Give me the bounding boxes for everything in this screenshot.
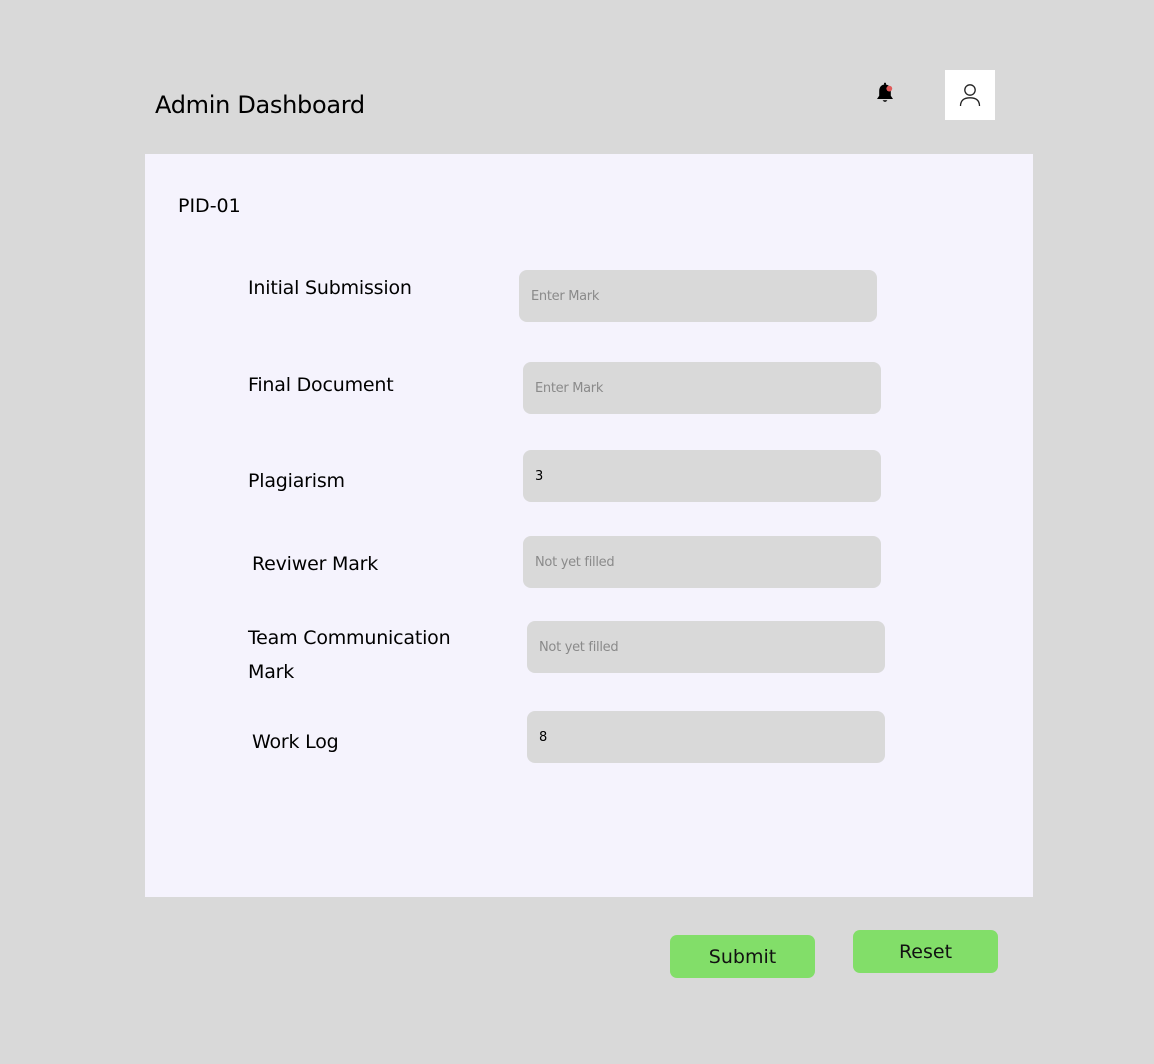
notification-dot — [886, 85, 893, 92]
reset-button[interactable]: Reset — [853, 930, 998, 973]
reviewer-mark-input[interactable] — [523, 536, 881, 588]
project-id: PID-01 — [178, 195, 241, 217]
final-document-input[interactable] — [523, 362, 881, 414]
marks-panel — [145, 154, 1033, 897]
initial-submission-input[interactable] — [519, 270, 877, 322]
final-document-label: Final Document — [248, 374, 394, 396]
initial-submission-label: Initial Submission — [248, 277, 412, 299]
notification-button[interactable] — [871, 80, 899, 108]
work-log-input[interactable] — [527, 711, 885, 763]
bell-icon — [877, 82, 893, 102]
profile-button[interactable] — [945, 70, 995, 120]
plagiarism-label: Plagiarism — [248, 470, 345, 492]
plagiarism-input[interactable] — [523, 450, 881, 502]
team-communication-mark-input[interactable] — [527, 621, 885, 673]
user-icon — [959, 84, 981, 107]
submit-button[interactable]: Submit — [670, 935, 815, 978]
team-communication-mark-label: Team Communication Mark — [248, 627, 451, 683]
work-log-label: Work Log — [252, 731, 339, 753]
reviewer-mark-label: Reviwer Mark — [252, 553, 379, 575]
page-title: Admin Dashboard — [155, 91, 365, 119]
